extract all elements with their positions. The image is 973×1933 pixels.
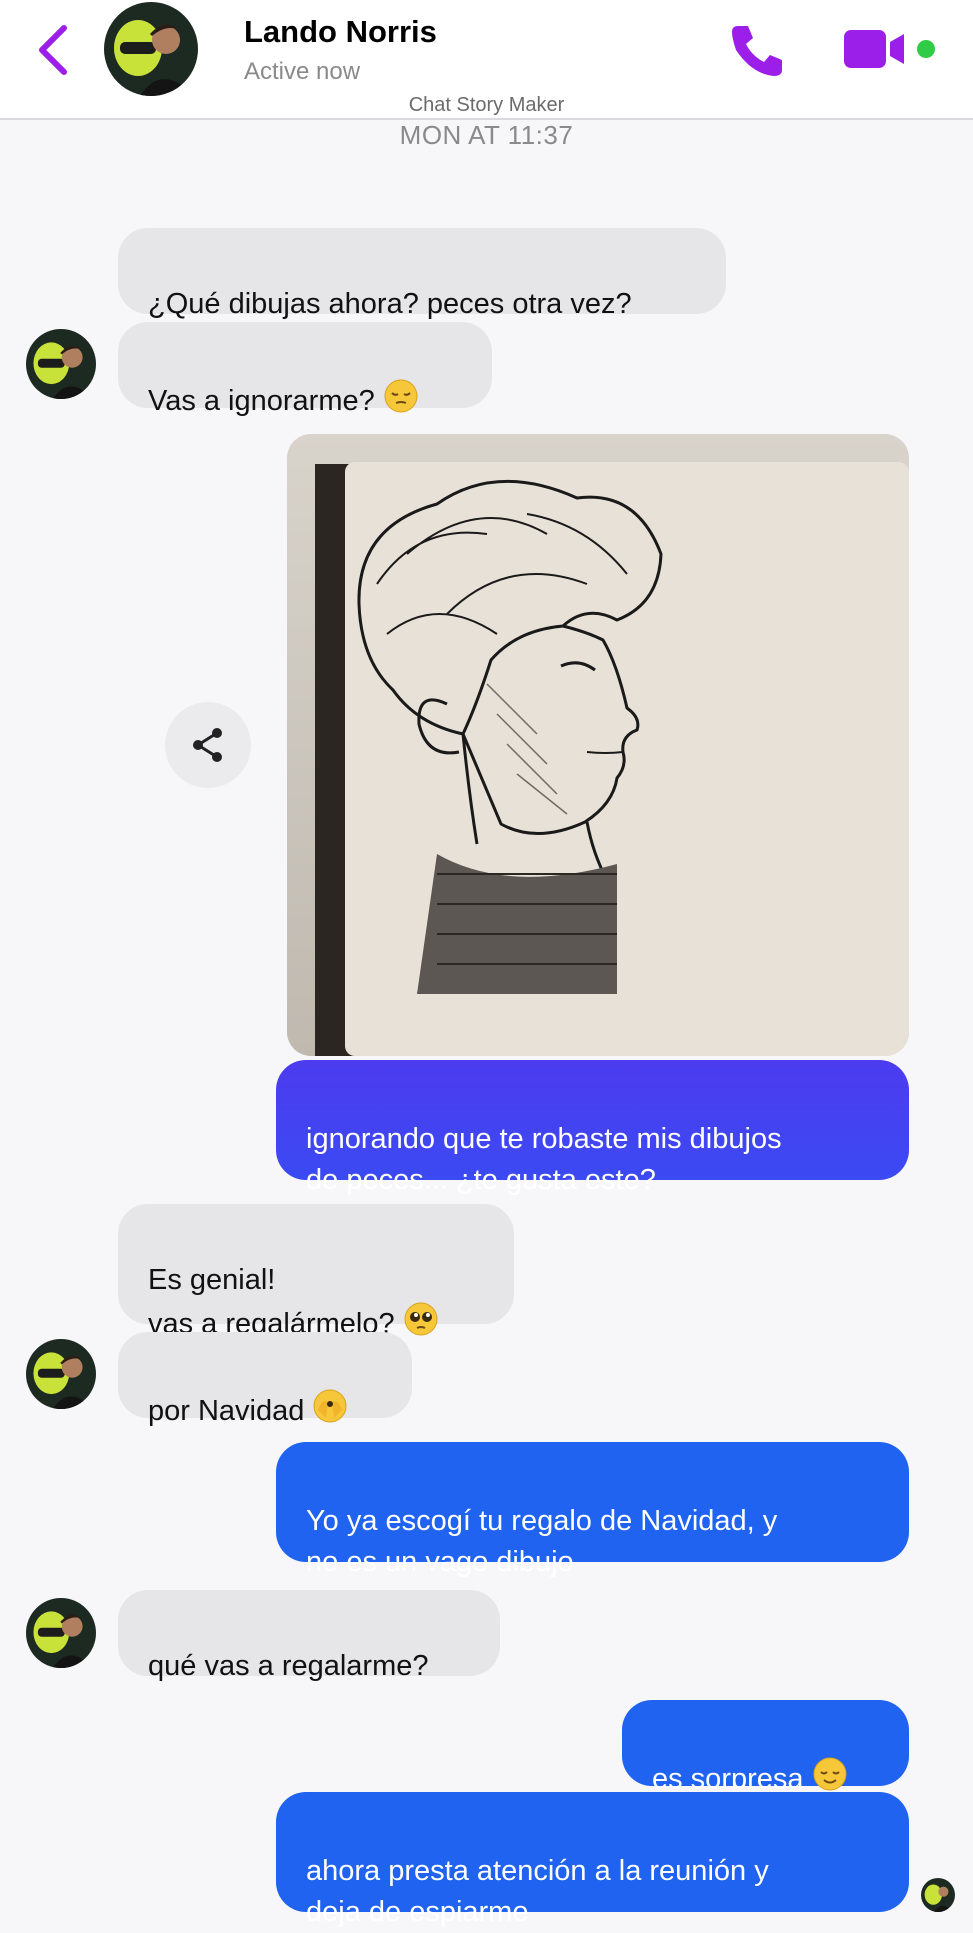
timestamp: MON AT 11:37 [399, 120, 574, 150]
incoming-message[interactable]: Vas a ignorarme? [118, 322, 492, 417]
share-button[interactable] [165, 702, 251, 788]
outgoing-message[interactable]: es sorpresa [622, 1700, 909, 1795]
share-icon [193, 728, 222, 762]
relieved-face-icon [813, 1757, 847, 1791]
face-peeking-eye-icon [313, 1389, 347, 1423]
incoming-message[interactable]: ¿Qué dibujas ahora? peces otra vez? [118, 228, 726, 320]
message-text: qué vas a regalarme? [148, 1650, 429, 1682]
seen-avatar [921, 1878, 955, 1912]
sketch-image [287, 434, 909, 1056]
incoming-message[interactable]: qué vas a regalarme? [118, 1590, 500, 1682]
message-text: Es genial! vas a regalármelo? [148, 1264, 395, 1340]
incoming-message[interactable]: Es genial! vas a regalármelo? [118, 1204, 514, 1340]
watermark: Chat Story Maker [408, 94, 565, 116]
message-text: Yo ya escogí tu regalo de Navidad, y no … [306, 1505, 778, 1578]
contact-avatar[interactable] [104, 2, 198, 96]
message-text: por Navidad [148, 1395, 313, 1427]
online-dot-icon [917, 40, 935, 58]
outgoing-message[interactable]: Yo ya escogí tu regalo de Navidad, y no … [276, 1442, 909, 1578]
contact-avatar-small[interactable] [26, 1339, 96, 1409]
outgoing-message[interactable]: ignorando que te robaste mis dibujos de … [276, 1060, 909, 1196]
message-text: ahora presta atención a la reunión y dej… [306, 1855, 769, 1928]
pensive-face-icon [384, 379, 418, 413]
outgoing-message[interactable]: ahora presta atención a la reunión y dej… [276, 1792, 909, 1928]
message-text: Vas a ignorarme? [148, 385, 383, 417]
message-text: ignorando que te robaste mis dibujos de … [306, 1123, 782, 1196]
message-text: ¿Qué dibujas ahora? peces otra vez? [148, 288, 632, 320]
contact-avatar-small[interactable] [26, 329, 96, 399]
incoming-message[interactable]: por Navidad [118, 1332, 412, 1427]
message-text: es sorpresa [652, 1763, 812, 1795]
active-status: Active now [244, 58, 361, 85]
contact-name: Lando Norris [244, 14, 437, 49]
phone-icon[interactable] [728, 20, 788, 80]
back-chevron-icon[interactable] [34, 22, 74, 78]
pleading-face-icon [404, 1302, 438, 1336]
image-message[interactable] [287, 434, 909, 1056]
contact-avatar-small[interactable] [26, 1598, 96, 1668]
video-camera-icon[interactable] [844, 26, 940, 72]
